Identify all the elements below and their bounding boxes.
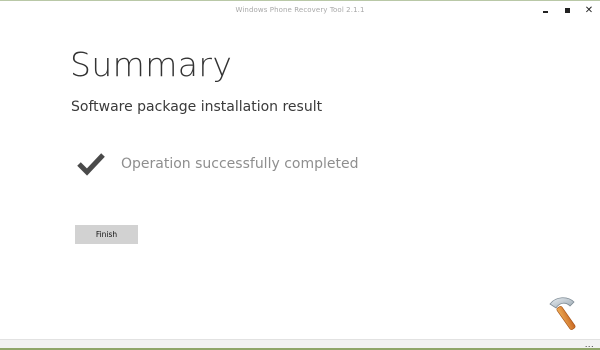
hammer-logo-icon [549, 297, 576, 330]
minimize-button[interactable] [540, 6, 550, 16]
status-message: Operation successfully completed [121, 156, 359, 172]
window-title: Windows Phone Recovery Tool 2.1.1 [235, 6, 365, 14]
title-bar: Windows Phone Recovery Tool 2.1.1 ✕ [0, 1, 600, 25]
maximize-icon [564, 8, 570, 13]
window-controls: ✕ [540, 6, 594, 16]
minimize-icon [542, 10, 548, 13]
status-row: Operation successfully completed [76, 151, 358, 177]
page-subtitle: Software package installation result [71, 99, 323, 115]
finish-button[interactable]: Finish [75, 225, 138, 244]
checkmark-icon [77, 153, 105, 176]
maximize-button[interactable] [562, 6, 572, 16]
app-window: Windows Phone Recovery Tool 2.1.1 ✕ Summ… [0, 0, 600, 350]
close-button[interactable]: ✕ [584, 6, 594, 16]
page-title: Summary [70, 45, 233, 84]
more-options-icon[interactable]: ... [585, 341, 594, 349]
close-icon: ✕ [584, 5, 594, 16]
